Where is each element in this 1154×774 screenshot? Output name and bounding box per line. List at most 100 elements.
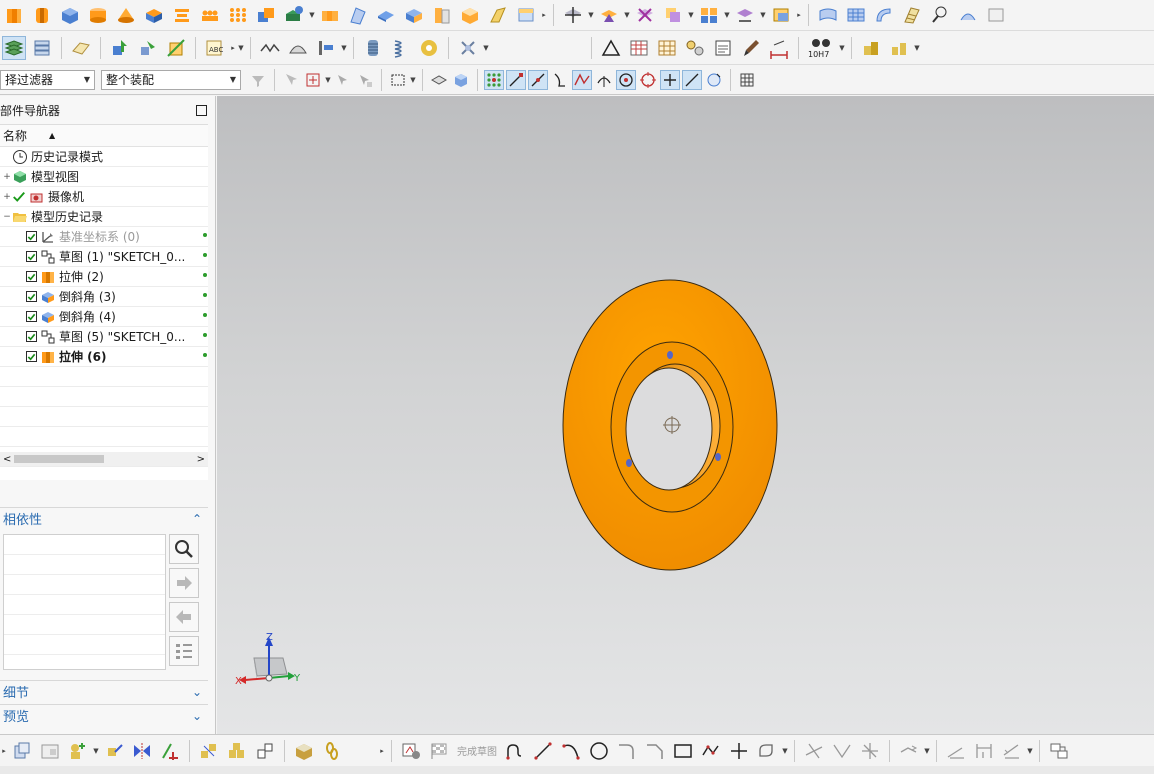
resize-face-tool-icon[interactable] (733, 3, 757, 27)
revolve-tool-icon[interactable] (30, 3, 54, 27)
dropdown-arrow-icon[interactable]: ▼ (838, 38, 846, 58)
weld-assistant-icon[interactable] (456, 36, 480, 60)
edge-blend-tool-icon[interactable] (374, 3, 398, 27)
assembly-navigator-icon[interactable] (10, 739, 34, 763)
sequence-icon[interactable] (253, 739, 277, 763)
chamfer-sketch-icon[interactable] (643, 739, 667, 763)
snap-endpoint-icon[interactable] (506, 69, 526, 90)
snap-on-curve-icon[interactable] (682, 69, 702, 90)
rectangle-select-icon[interactable] (388, 70, 408, 90)
boss-tool-icon[interactable] (198, 3, 222, 27)
tree-node[interactable]: + 摄像机 (0, 187, 208, 207)
triangle-measure-icon[interactable] (599, 36, 623, 60)
text-annotation-icon[interactable]: ABC (203, 36, 227, 60)
move-curve-icon[interactable] (897, 739, 921, 763)
assembly-scope-combo[interactable]: 整个装配 ▼ (101, 69, 241, 90)
document-icon[interactable] (711, 36, 735, 60)
ruled-tool-icon[interactable] (900, 3, 924, 27)
gear-tool-icon[interactable] (417, 36, 441, 60)
toolbar-overflow-icon[interactable]: ▸ (0, 741, 8, 761)
surface-analysis-icon[interactable] (286, 36, 310, 60)
assembly-move-icon[interactable] (164, 36, 188, 60)
reference-set-icon[interactable] (38, 739, 62, 763)
solid-body-rule-icon[interactable] (451, 70, 471, 90)
quick-trim-icon[interactable] (802, 739, 826, 763)
wave-link-icon[interactable] (258, 36, 282, 60)
visibility-checkbox[interactable] (26, 231, 37, 242)
feature-tree-row[interactable]: 拉伸 (6) (0, 347, 208, 367)
tree-node[interactable]: − 模型历史记录 (0, 207, 208, 227)
pattern-face-tool-icon[interactable] (697, 3, 721, 27)
pattern-tool-icon[interactable] (226, 3, 250, 27)
dropdown-arrow-icon[interactable]: ▼ (92, 741, 100, 761)
feature-tree-row[interactable]: 拉伸 (2) (0, 267, 208, 287)
dropdown-arrow-icon[interactable]: ▼ (324, 70, 332, 90)
dependency-settings-button[interactable] (169, 636, 199, 666)
maximize-panel-icon[interactable] (196, 104, 207, 116)
graphics-window[interactable]: Z X Y (217, 96, 1154, 734)
visibility-checkbox[interactable] (26, 331, 37, 342)
sphere-tool-icon[interactable] (142, 3, 166, 27)
polygon-tool-icon[interactable] (699, 739, 723, 763)
through-curves-tool-icon[interactable] (816, 3, 840, 27)
wave-geometry-icon[interactable] (225, 739, 249, 763)
snap-existing-point-icon[interactable] (660, 69, 680, 90)
dropdown-arrow-icon[interactable]: ▼ (923, 741, 931, 761)
dimension-icon[interactable] (972, 739, 996, 763)
snap-midpoint-icon[interactable] (528, 69, 548, 90)
fastener-library-icon[interactable] (887, 36, 911, 60)
arc-tool-icon[interactable] (559, 739, 583, 763)
cylinder-tool-icon[interactable] (86, 3, 110, 27)
type-filter-combo[interactable]: 择过滤器 ▼ (0, 69, 95, 90)
draft-tool-icon[interactable] (430, 3, 454, 27)
visibility-checkbox[interactable] (26, 271, 37, 282)
add-component-icon[interactable] (66, 739, 90, 763)
dropdown-arrow-icon[interactable]: ▼ (587, 5, 595, 25)
feature-tree-row[interactable]: 草图 (5) "SKETCH_0... (0, 327, 208, 347)
exploded-view-icon[interactable] (197, 739, 221, 763)
point-tool-icon[interactable] (727, 739, 751, 763)
visibility-checkbox[interactable] (26, 351, 37, 362)
sketch-icon[interactable] (399, 739, 423, 763)
snap-quadrant-icon[interactable] (638, 70, 658, 90)
view-triad[interactable]: Z X Y (235, 632, 301, 687)
expand-node-icon[interactable]: + (2, 172, 12, 182)
dropdown-arrow-icon[interactable]: ▼ (409, 70, 417, 90)
profile-tool-icon[interactable] (503, 739, 527, 763)
bolt-library-icon[interactable] (859, 36, 883, 60)
label-chamfer-tool-icon[interactable] (769, 3, 793, 27)
deviation-analysis-icon[interactable] (314, 36, 338, 60)
more-surface-tool-icon[interactable] (984, 3, 1008, 27)
measure-distance-icon[interactable] (767, 36, 791, 60)
snap-intersection-icon[interactable] (572, 69, 592, 90)
line-tool-icon[interactable] (531, 739, 555, 763)
surface-edit-tool-icon[interactable] (956, 3, 980, 27)
dropdown-arrow-icon[interactable]: ▼ (308, 5, 316, 25)
move-component-icon[interactable] (102, 739, 126, 763)
layer-visibility-icon[interactable] (30, 36, 54, 60)
subtract-tool-icon[interactable] (282, 3, 306, 27)
assembly-add-icon[interactable] (108, 36, 132, 60)
block-tool-icon[interactable] (58, 3, 82, 27)
feature-tree-row[interactable]: 倒斜角 (3) (0, 287, 208, 307)
snap-circle-center-icon[interactable] (616, 69, 636, 90)
geometric-constraint-icon[interactable] (944, 739, 968, 763)
dropdown-arrow-icon[interactable]: ▼ (781, 741, 789, 761)
grid-snap-icon[interactable] (737, 70, 757, 90)
dropdown-arrow-icon[interactable]: ▼ (723, 5, 731, 25)
preview-section-header[interactable]: 预览 ⌄ (0, 704, 208, 726)
intersect-tool-icon[interactable] (318, 3, 342, 27)
mirror-assembly-icon[interactable] (130, 739, 154, 763)
feature-tree-row[interactable]: 草图 (1) "SKETCH_0... (0, 247, 208, 267)
fillet-tool-icon[interactable] (615, 739, 639, 763)
snap-arc-center-icon[interactable] (594, 70, 614, 90)
quick-extend-icon[interactable] (830, 739, 854, 763)
hole-tool-icon[interactable] (170, 3, 194, 27)
auto-constrain-icon[interactable] (1000, 739, 1024, 763)
finish-sketch-flag-icon[interactable] (427, 739, 451, 763)
scroll-right-icon[interactable]: > (197, 454, 205, 465)
unite-tool-icon[interactable] (254, 3, 278, 27)
sketch-preferences-icon[interactable] (1047, 739, 1071, 763)
dependencies-section-header[interactable]: 相依性 ⌃ (0, 507, 208, 529)
link-chain-icon[interactable] (320, 739, 344, 763)
